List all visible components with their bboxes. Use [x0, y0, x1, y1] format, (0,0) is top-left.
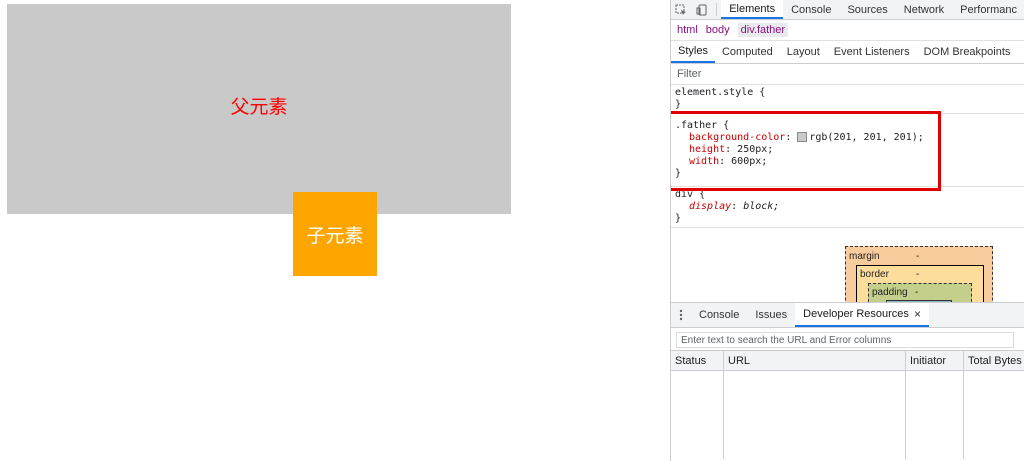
devtools-tabbar: Elements Console Sources Network Perform… [671, 0, 1024, 20]
property-value: 600px; [731, 156, 768, 167]
father-element[interactable]: 父元素 [7, 4, 511, 214]
father-label: 父元素 [230, 97, 288, 118]
elements-subtabs: Styles Computed Layout Event Listeners D… [671, 41, 1024, 64]
drawer-tab-console[interactable]: Console [691, 303, 747, 327]
resources-search-input[interactable]: Enter text to search the URL and Error c… [676, 332, 1014, 348]
table-column [906, 371, 964, 459]
tab-sources[interactable]: Sources [839, 0, 895, 19]
tab-elements[interactable]: Elements [721, 0, 784, 19]
border-label: border [860, 269, 889, 280]
child-label: 子元素 [306, 225, 364, 247]
property-value: 250px; [737, 144, 774, 155]
more-vertical-icon[interactable] [671, 303, 691, 327]
page-viewport: 父元素 子元素 [0, 0, 670, 461]
decl-height[interactable]: height: 250px; [675, 144, 1021, 156]
rule-selector: .father { [675, 120, 730, 131]
close-icon[interactable]: × [914, 307, 921, 321]
drawer-tab-label: Developer Resources [803, 308, 909, 320]
device-toolbar-icon[interactable] [692, 0, 713, 19]
toolbar-divider [716, 3, 718, 16]
subtab-event-listeners[interactable]: Event Listeners [827, 41, 917, 63]
subtab-dom-breakpoints[interactable]: DOM Breakpoints [917, 41, 1018, 63]
property-name: width [689, 156, 720, 167]
column-header-total-bytes[interactable]: Total Bytes [964, 351, 1024, 370]
rule-selector: element.style { [675, 87, 766, 98]
styles-filter-input[interactable]: Filter [671, 64, 1024, 85]
devtools-panel: Elements Console Sources Network Perform… [670, 0, 1024, 461]
tab-console[interactable]: Console [783, 0, 839, 19]
color-swatch-icon[interactable] [797, 132, 808, 142]
rule-selector: div { [675, 189, 706, 200]
border-value: - [916, 269, 920, 280]
breadcrumb: html body div.father [671, 20, 1024, 41]
padding-label: padding [872, 287, 908, 298]
property-value: block; [743, 201, 780, 212]
breadcrumb-html[interactable]: html [677, 24, 698, 36]
table-column [671, 371, 724, 459]
drawer-tabs: Console Issues Developer Resources × [671, 303, 1024, 328]
column-header-status[interactable]: Status [671, 351, 724, 370]
property-name: display [689, 201, 732, 212]
column-header-initiator[interactable]: Initiator [906, 351, 964, 370]
drawer-tab-issues[interactable]: Issues [747, 303, 795, 327]
table-column [724, 371, 906, 459]
breadcrumb-body[interactable]: body [706, 24, 730, 36]
drawer-tab-developer-resources[interactable]: Developer Resources × [795, 303, 929, 327]
property-name: background-color [689, 132, 786, 143]
table-column [964, 371, 1024, 459]
table-header: Status URL Initiator Total Bytes [671, 350, 1024, 371]
subtab-styles[interactable]: Styles [671, 41, 715, 63]
search-placeholder: Enter text to search the URL and Error c… [681, 334, 892, 346]
rule-element-style: element.style { } [671, 85, 1024, 114]
child-element[interactable]: 子元素 [293, 192, 377, 276]
subtab-properties[interactable]: P [1017, 41, 1024, 63]
breadcrumb-div-father[interactable]: div.father [737, 23, 789, 37]
inspect-element-icon[interactable] [671, 0, 692, 19]
devtools-drawer: Console Issues Developer Resources × Ent… [671, 302, 1024, 461]
subtab-computed[interactable]: Computed [715, 41, 780, 63]
property-value: rgb(201, 201, 201); [809, 132, 924, 143]
table-body [671, 371, 1024, 459]
rule-close: } [675, 213, 682, 224]
decl-display[interactable]: display: block; [675, 201, 1021, 213]
rule-close: } [675, 168, 682, 179]
filter-placeholder: Filter [677, 68, 702, 80]
tab-network[interactable]: Network [896, 0, 952, 19]
margin-label: margin [849, 251, 880, 262]
column-header-url[interactable]: URL [724, 351, 906, 370]
rule-div: div { display: block; } [671, 187, 1024, 228]
decl-width[interactable]: width: 600px; [675, 156, 1021, 168]
property-name: height [689, 144, 726, 155]
rule-father: .father { background-color: rgb(201, 201… [671, 114, 1024, 187]
subtab-layout[interactable]: Layout [780, 41, 827, 63]
padding-value: - [915, 287, 919, 298]
rule-close: } [675, 99, 682, 110]
resources-table: Status URL Initiator Total Bytes [671, 350, 1024, 461]
decl-background-color[interactable]: background-color: rgb(201, 201, 201); [675, 132, 1021, 144]
tab-performance[interactable]: Performanc [952, 0, 1024, 19]
margin-value: - [916, 251, 920, 262]
